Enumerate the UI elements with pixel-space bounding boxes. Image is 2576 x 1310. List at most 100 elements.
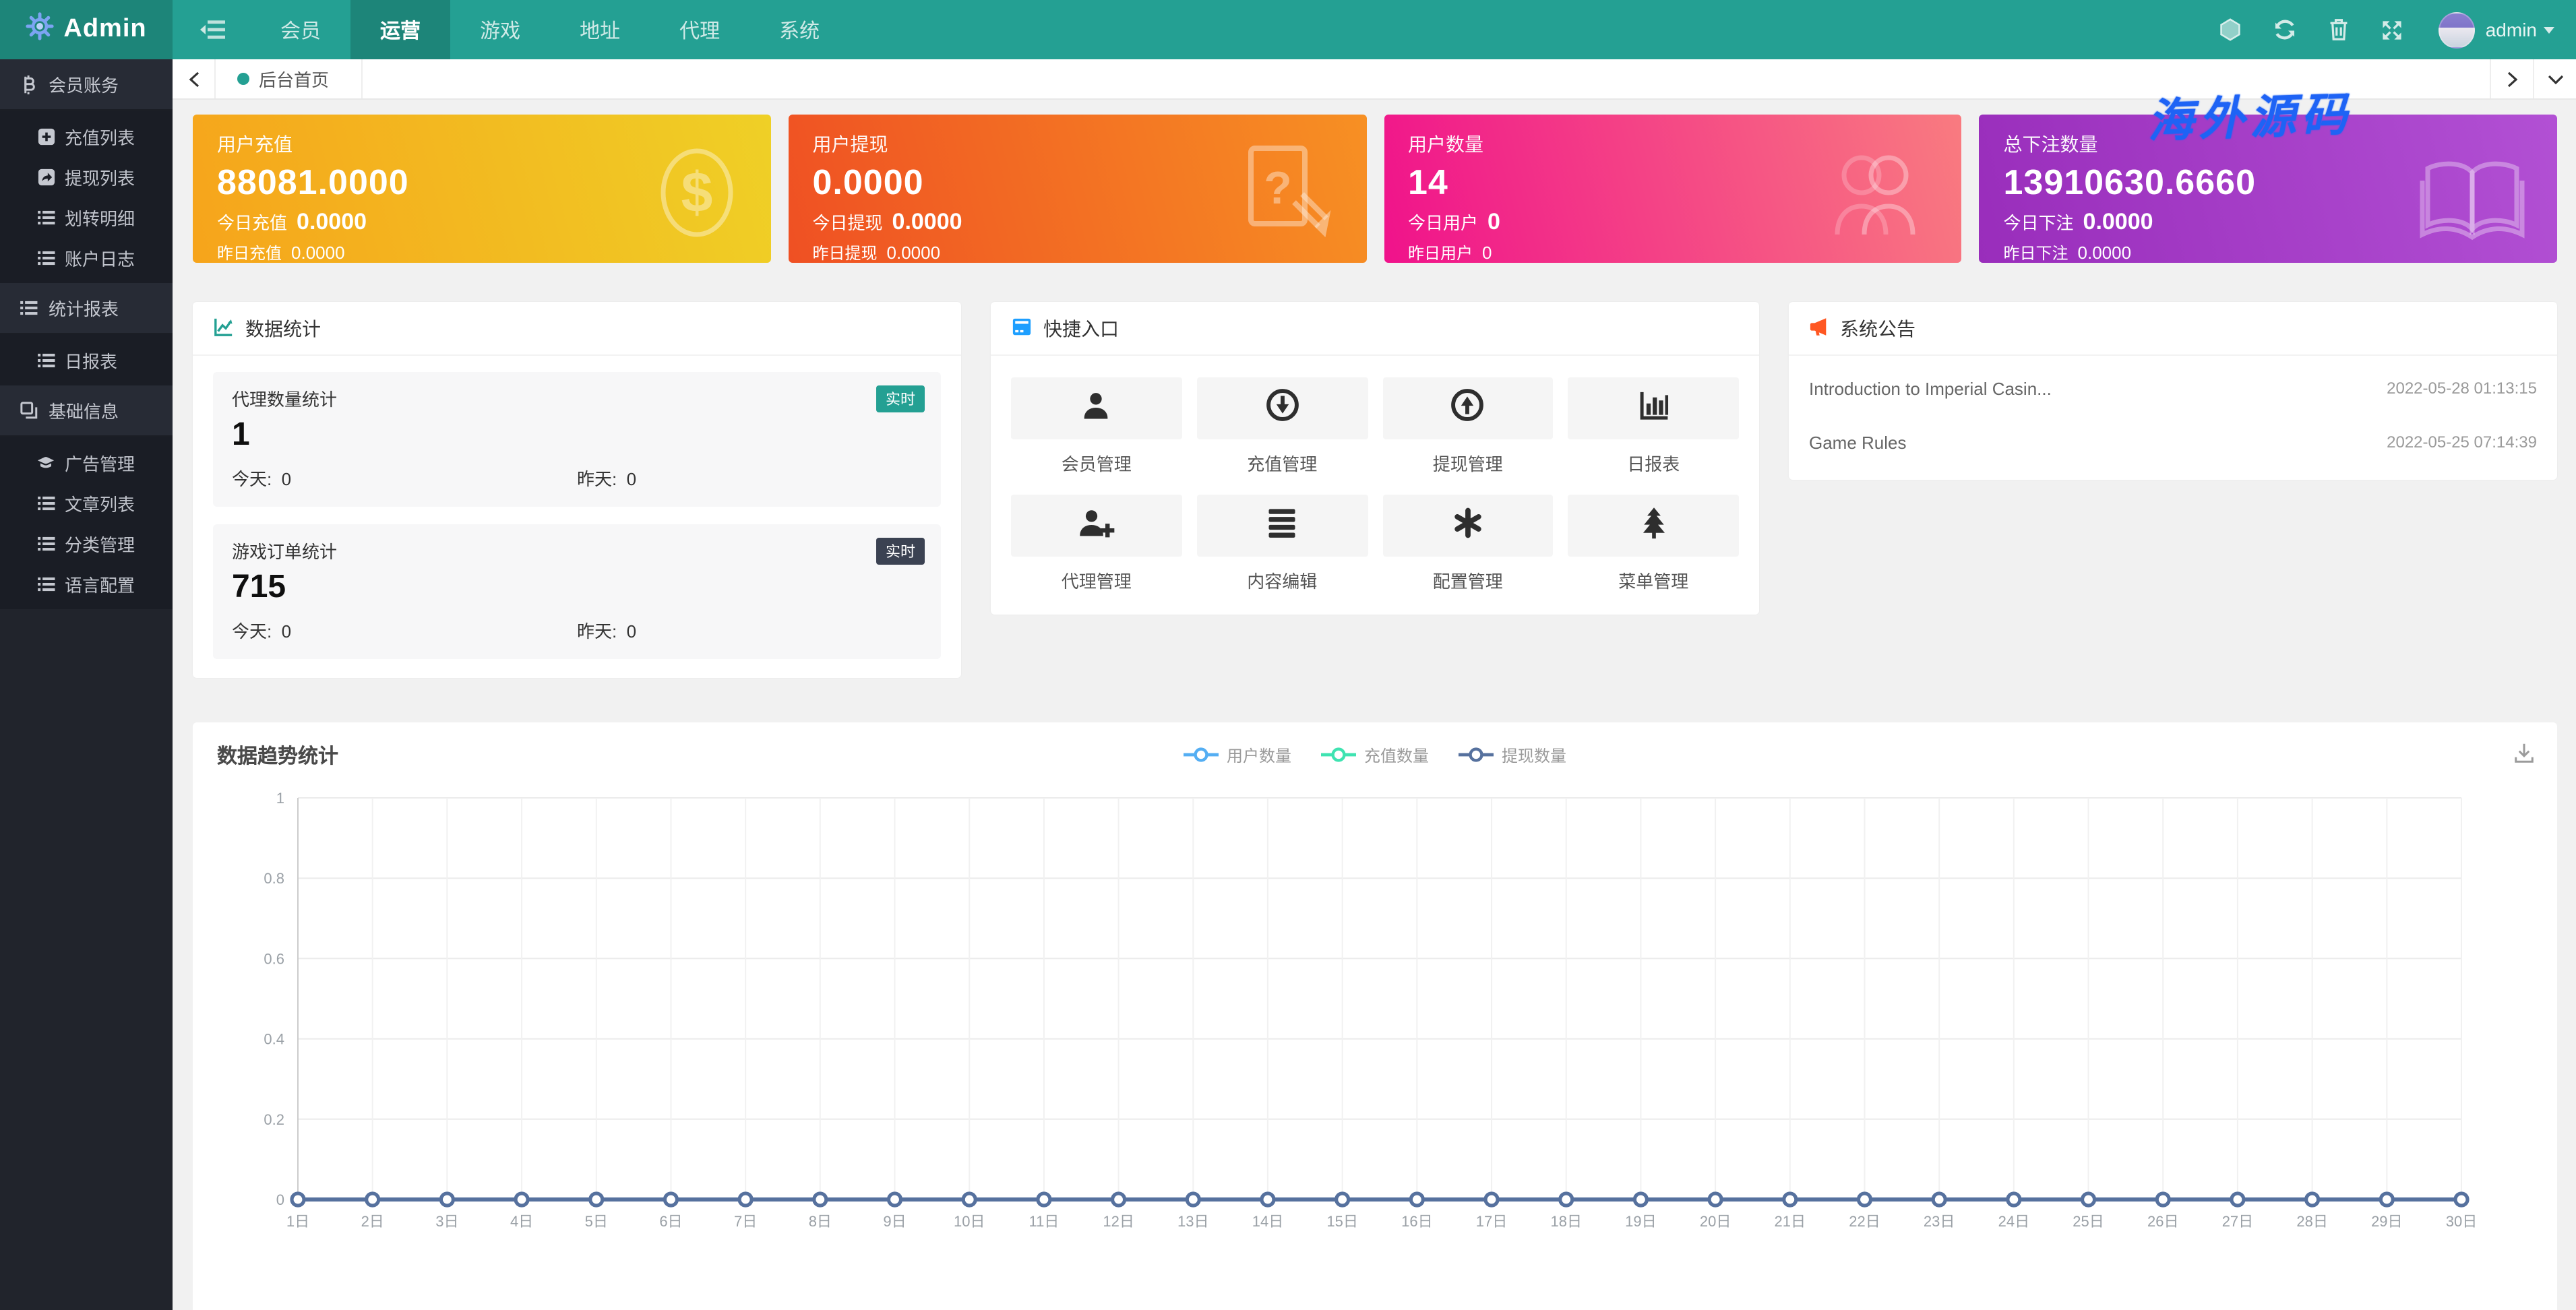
- stat-card-2: 用户提现0.0000今日提现0.0000昨日提现0.0000?: [789, 115, 1367, 263]
- svg-text:26日: 26日: [2147, 1213, 2178, 1230]
- sidebar-group-1[interactable]: 会员账务: [0, 59, 173, 111]
- svg-text:20日: 20日: [1700, 1213, 1731, 1230]
- stat-card-3: 用户数量14今日用户0昨日用户0: [1384, 115, 1962, 263]
- svg-text:2日: 2日: [361, 1213, 384, 1230]
- lines-icon: [1264, 506, 1299, 545]
- quick-entry-label: 日报表: [1568, 450, 1740, 476]
- nav-item-6[interactable]: 系统: [749, 0, 849, 59]
- hexagon-icon[interactable]: [2204, 0, 2258, 59]
- list-icon: [36, 250, 55, 265]
- nav-item-2[interactable]: 运营: [350, 0, 450, 59]
- chart-legend: 用户数量 充值数量 提现数量: [193, 722, 2557, 787]
- sidebar-item-语言配置[interactable]: 语言配置: [0, 563, 173, 604]
- trend-icon: [213, 316, 235, 340]
- svg-text:15日: 15日: [1326, 1213, 1357, 1230]
- svg-text:5日: 5日: [585, 1213, 608, 1230]
- quick-entry-日报表[interactable]: 日报表: [1568, 377, 1740, 476]
- announcement-row[interactable]: Game Rules2022-05-25 07:14:39: [1809, 415, 2537, 469]
- legend-item-提现数量[interactable]: 提现数量: [1459, 743, 1566, 766]
- sidebar-item-label: 文章列表: [65, 490, 135, 516]
- sidebar-item-分类管理[interactable]: 分类管理: [0, 523, 173, 563]
- tabs-scroll-right-icon[interactable]: [2490, 59, 2533, 98]
- svg-text:16日: 16日: [1401, 1213, 1432, 1230]
- sidebar-toggle-icon[interactable]: [173, 0, 251, 59]
- sidebar-item-label: 划转明细: [65, 204, 135, 230]
- legend-marker-icon: [1184, 747, 1219, 763]
- user-avatar[interactable]: [2439, 11, 2475, 48]
- svg-text:29日: 29日: [2371, 1213, 2402, 1230]
- sidebar-group-3[interactable]: 基础信息: [0, 385, 173, 437]
- stats-block-value: 1: [232, 416, 922, 454]
- sidebar-item-文章列表[interactable]: 文章列表: [0, 482, 173, 523]
- svg-text:?: ?: [1263, 162, 1291, 214]
- legend-item-用户数量[interactable]: 用户数量: [1184, 743, 1291, 766]
- user-dropdown[interactable]: admin: [2486, 19, 2563, 40]
- svg-text:18日: 18日: [1550, 1213, 1581, 1230]
- brand-logo[interactable]: Admin: [0, 0, 173, 59]
- dollar-coin-icon: $: [652, 140, 741, 252]
- sidebar-group-2[interactable]: 统计报表: [0, 283, 173, 334]
- svg-text:14日: 14日: [1252, 1213, 1283, 1230]
- sidebar-item-label: 语言配置: [65, 571, 135, 596]
- megaphone-icon: [1809, 316, 1829, 340]
- svg-text:0.8: 0.8: [264, 870, 284, 887]
- arrow-up-circle-icon: [1450, 387, 1486, 430]
- svg-text:4日: 4日: [510, 1213, 533, 1230]
- realtime-badge: 实时: [876, 385, 925, 412]
- sidebar-item-划转明细[interactable]: 划转明细: [0, 197, 173, 237]
- download-chart-icon[interactable]: [2513, 741, 2536, 771]
- svg-text:3日: 3日: [435, 1213, 458, 1230]
- quick-entry-代理管理[interactable]: 代理管理: [1011, 495, 1182, 593]
- list-icon: [19, 301, 38, 315]
- sidebar-item-充值列表[interactable]: 充值列表: [0, 116, 173, 156]
- copy-icon: [19, 402, 38, 419]
- trash-icon[interactable]: [2312, 0, 2366, 59]
- legend-item-充值数量[interactable]: 充值数量: [1321, 743, 1429, 766]
- user-name: admin: [2486, 19, 2537, 40]
- quick-entry-box: [1568, 495, 1740, 557]
- svg-text:0.6: 0.6: [264, 950, 284, 967]
- svg-text:6日: 6日: [659, 1213, 682, 1230]
- panel-title: 快捷入口: [1043, 315, 1119, 342]
- quick-entry-box: [1197, 377, 1368, 439]
- tab-home[interactable]: 后台首页: [216, 59, 363, 98]
- quick-entry-充值管理[interactable]: 充值管理: [1197, 377, 1368, 476]
- quick-entry-菜单管理[interactable]: 菜单管理: [1568, 495, 1740, 593]
- svg-text:0.4: 0.4: [264, 1031, 284, 1048]
- svg-text:13日: 13日: [1177, 1213, 1208, 1230]
- tabs-scroll-left-icon[interactable]: [173, 59, 216, 98]
- sidebar-item-账户日志[interactable]: 账户日志: [0, 237, 173, 278]
- sidebar-item-广告管理[interactable]: 广告管理: [0, 442, 173, 482]
- quick-entry-box: [1382, 377, 1554, 439]
- quick-entry-配置管理[interactable]: 配置管理: [1382, 495, 1554, 593]
- svg-text:1日: 1日: [286, 1213, 309, 1230]
- svg-text:24日: 24日: [1998, 1213, 2029, 1230]
- list-icon: [36, 576, 55, 591]
- nav-item-4[interactable]: 地址: [550, 0, 650, 59]
- quick-entry-会员管理[interactable]: 会员管理: [1011, 377, 1182, 476]
- stats-block-1: 代理数量统计实时1今天: 0昨天: 0: [213, 372, 941, 507]
- legend-label: 充值数量: [1364, 743, 1429, 766]
- expand-icon[interactable]: [2366, 0, 2420, 59]
- announcement-row[interactable]: Introduction to Imperial Casin...2022-05…: [1809, 361, 2537, 415]
- svg-text:19日: 19日: [1625, 1213, 1656, 1230]
- stat-card-1: 用户充值88081.0000今日充值0.0000昨日充值0.0000$: [193, 115, 771, 263]
- sidebar-item-提现列表[interactable]: 提现列表: [0, 156, 173, 197]
- refresh-icon[interactable]: [2258, 0, 2312, 59]
- list-icon: [36, 495, 55, 510]
- svg-text:7日: 7日: [734, 1213, 757, 1230]
- svg-text:10日: 10日: [954, 1213, 985, 1230]
- svg-text:25日: 25日: [2073, 1213, 2104, 1230]
- plus-square-icon: [36, 127, 55, 145]
- tabs-menu-icon[interactable]: [2533, 59, 2576, 98]
- quick-entry-label: 提现管理: [1382, 450, 1554, 476]
- stats-block-bottom: 今天: 0昨天: 0: [232, 617, 922, 643]
- nav-item-1[interactable]: 会员: [251, 0, 350, 59]
- quick-entry-提现管理[interactable]: 提现管理: [1382, 377, 1554, 476]
- tab-label: 后台首页: [259, 66, 329, 92]
- nav-item-5[interactable]: 代理: [650, 0, 749, 59]
- quick-entry-内容编辑[interactable]: 内容编辑: [1197, 495, 1368, 593]
- svg-text:1: 1: [276, 790, 284, 807]
- sidebar-item-日报表[interactable]: 日报表: [0, 340, 173, 380]
- nav-item-3[interactable]: 游戏: [450, 0, 550, 59]
